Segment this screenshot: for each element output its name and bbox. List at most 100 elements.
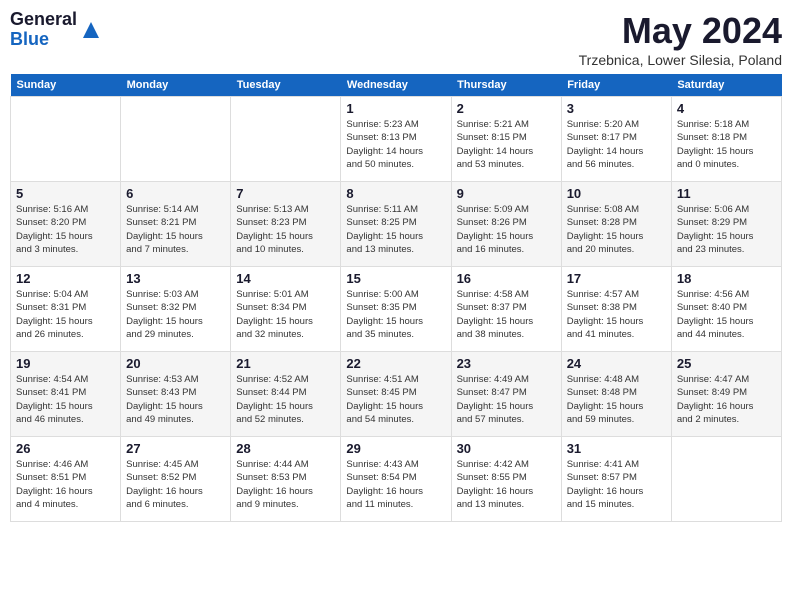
day-info: Sunrise: 5:20 AMSunset: 8:17 PMDaylight:… [567, 118, 666, 171]
calendar-cell: 23 Sunrise: 4:49 AMSunset: 8:47 PMDayligh… [451, 352, 561, 437]
calendar-cell: 7Sunrise: 5:13 AMSunset: 8:23 PMDaylight… [231, 182, 341, 267]
calendar-cell [121, 97, 231, 182]
day-number: 6 [126, 186, 225, 201]
day-number: 11 [677, 186, 776, 201]
day-number: 5 [16, 186, 115, 201]
logo-text: General Blue [10, 10, 77, 50]
calendar-cell: 31 Sunrise: 4:41 AMSunset: 8:57 PMDayligh… [561, 437, 671, 522]
day-info: Sunrise: 4:44 AMSunset: 8:53 PMDaylight:… [236, 458, 335, 511]
calendar-week-row: 1 Sunrise: 5:23 AMSunset: 8:13 PMDaylight… [11, 97, 782, 182]
day-info: Sunrise: 4:53 AMSunset: 8:43 PMDaylight:… [126, 373, 225, 426]
day-number: 23 [457, 356, 556, 371]
calendar-body: 1 Sunrise: 5:23 AMSunset: 8:13 PMDaylight… [11, 97, 782, 522]
day-info: Sunrise: 4:45 AMSunset: 8:52 PMDaylight:… [126, 458, 225, 511]
day-info: Sunrise: 5:11 AMSunset: 8:25 PMDaylight:… [346, 203, 445, 256]
weekday-header: Monday [121, 74, 231, 97]
calendar-cell: 1 Sunrise: 5:23 AMSunset: 8:13 PMDaylight… [341, 97, 451, 182]
day-info: Sunrise: 4:49 AMSunset: 8:47 PMDaylight:… [457, 373, 556, 426]
calendar-cell: 27 Sunrise: 4:45 AMSunset: 8:52 PMDayligh… [121, 437, 231, 522]
calendar-cell: 25Sunrise: 4:47 AMSunset: 8:49 PMDayligh… [671, 352, 781, 437]
calendar-cell: 19 Sunrise: 4:54 AMSunset: 8:41 PMDayligh… [11, 352, 121, 437]
day-number: 20 [126, 356, 225, 371]
calendar-cell: 18 Sunrise: 4:56 AMSunset: 8:40 PMDayligh… [671, 267, 781, 352]
day-number: 25 [677, 356, 776, 371]
day-info: Sunrise: 4:51 AMSunset: 8:45 PMDaylight:… [346, 373, 445, 426]
day-number: 31 [567, 441, 666, 456]
day-number: 3 [567, 101, 666, 116]
day-number: 8 [346, 186, 445, 201]
calendar-cell [231, 97, 341, 182]
weekday-header: Friday [561, 74, 671, 97]
calendar-cell: 28 Sunrise: 4:44 AMSunset: 8:53 PMDayligh… [231, 437, 341, 522]
calendar-week-row: 26 Sunrise: 4:46 AMSunset: 8:51 PMDayligh… [11, 437, 782, 522]
weekday-header: Wednesday [341, 74, 451, 97]
weekday-header: Thursday [451, 74, 561, 97]
calendar-week-row: 19 Sunrise: 4:54 AMSunset: 8:41 PMDayligh… [11, 352, 782, 437]
calendar-cell: 22Sunrise: 4:51 AMSunset: 8:45 PMDayligh… [341, 352, 451, 437]
calendar-cell: 5 Sunrise: 5:16 AMSunset: 8:20 PMDaylight… [11, 182, 121, 267]
calendar-week-row: 12Sunrise: 5:04 AMSunset: 8:31 PMDayligh… [11, 267, 782, 352]
logo: General Blue [10, 10, 101, 50]
day-info: Sunrise: 4:42 AMSunset: 8:55 PMDaylight:… [457, 458, 556, 511]
day-info: Sunrise: 4:46 AMSunset: 8:51 PMDaylight:… [16, 458, 115, 511]
calendar-table: SundayMondayTuesdayWednesdayThursdayFrid… [10, 74, 782, 522]
calendar-cell: 14 Sunrise: 5:01 AMSunset: 8:34 PMDayligh… [231, 267, 341, 352]
day-info: Sunrise: 5:01 AMSunset: 8:34 PMDaylight:… [236, 288, 335, 341]
weekday-header: Sunday [11, 74, 121, 97]
day-number: 4 [677, 101, 776, 116]
day-info: Sunrise: 4:56 AMSunset: 8:40 PMDaylight:… [677, 288, 776, 341]
day-number: 19 [16, 356, 115, 371]
day-number: 24 [567, 356, 666, 371]
day-info: Sunrise: 4:48 AMSunset: 8:48 PMDaylight:… [567, 373, 666, 426]
day-info: Sunrise: 4:52 AMSunset: 8:44 PMDaylight:… [236, 373, 335, 426]
calendar-cell: 15 Sunrise: 5:00 AMSunset: 8:35 PMDayligh… [341, 267, 451, 352]
calendar-cell: 4 Sunrise: 5:18 AMSunset: 8:18 PMDaylight… [671, 97, 781, 182]
day-number: 2 [457, 101, 556, 116]
day-number: 14 [236, 271, 335, 286]
calendar-cell: 30Sunrise: 4:42 AMSunset: 8:55 PMDayligh… [451, 437, 561, 522]
day-info: Sunrise: 4:58 AMSunset: 8:37 PMDaylight:… [457, 288, 556, 341]
calendar-cell: 9Sunrise: 5:09 AMSunset: 8:26 PMDaylight… [451, 182, 561, 267]
day-number: 29 [346, 441, 445, 456]
calendar-cell: 8 Sunrise: 5:11 AMSunset: 8:25 PMDaylight… [341, 182, 451, 267]
day-info: Sunrise: 5:08 AMSunset: 8:28 PMDaylight:… [567, 203, 666, 256]
day-info: Sunrise: 5:23 AMSunset: 8:13 PMDaylight:… [346, 118, 445, 171]
month-title: May 2024 [579, 10, 782, 52]
location: Trzebnica, Lower Silesia, Poland [579, 52, 782, 68]
calendar-cell: 13Sunrise: 5:03 AMSunset: 8:32 PMDayligh… [121, 267, 231, 352]
day-number: 17 [567, 271, 666, 286]
calendar-cell: 6Sunrise: 5:14 AMSunset: 8:21 PMDaylight… [121, 182, 231, 267]
calendar-cell: 24 Sunrise: 4:48 AMSunset: 8:48 PMDayligh… [561, 352, 671, 437]
day-info: Sunrise: 5:03 AMSunset: 8:32 PMDaylight:… [126, 288, 225, 341]
logo-icon [81, 20, 101, 40]
day-info: Sunrise: 5:16 AMSunset: 8:20 PMDaylight:… [16, 203, 115, 256]
day-number: 27 [126, 441, 225, 456]
calendar-cell: 26 Sunrise: 4:46 AMSunset: 8:51 PMDayligh… [11, 437, 121, 522]
calendar-header: SundayMondayTuesdayWednesdayThursdayFrid… [11, 74, 782, 97]
weekday-header: Tuesday [231, 74, 341, 97]
calendar-cell: 17Sunrise: 4:57 AMSunset: 8:38 PMDayligh… [561, 267, 671, 352]
day-info: Sunrise: 5:09 AMSunset: 8:26 PMDaylight:… [457, 203, 556, 256]
day-info: Sunrise: 5:18 AMSunset: 8:18 PMDaylight:… [677, 118, 776, 171]
day-info: Sunrise: 4:41 AMSunset: 8:57 PMDaylight:… [567, 458, 666, 511]
day-number: 28 [236, 441, 335, 456]
day-info: Sunrise: 5:00 AMSunset: 8:35 PMDaylight:… [346, 288, 445, 341]
calendar-cell [671, 437, 781, 522]
day-number: 26 [16, 441, 115, 456]
day-info: Sunrise: 4:43 AMSunset: 8:54 PMDaylight:… [346, 458, 445, 511]
calendar-cell: 3 Sunrise: 5:20 AMSunset: 8:17 PMDaylight… [561, 97, 671, 182]
calendar-cell: 20 Sunrise: 4:53 AMSunset: 8:43 PMDayligh… [121, 352, 231, 437]
day-number: 18 [677, 271, 776, 286]
calendar-cell: 2Sunrise: 5:21 AMSunset: 8:15 PMDaylight… [451, 97, 561, 182]
day-number: 15 [346, 271, 445, 286]
logo-blue: Blue [10, 30, 77, 50]
calendar-week-row: 5 Sunrise: 5:16 AMSunset: 8:20 PMDaylight… [11, 182, 782, 267]
day-number: 1 [346, 101, 445, 116]
calendar-cell: 12Sunrise: 5:04 AMSunset: 8:31 PMDayligh… [11, 267, 121, 352]
calendar-cell: 10Sunrise: 5:08 AMSunset: 8:28 PMDayligh… [561, 182, 671, 267]
weekday-row: SundayMondayTuesdayWednesdayThursdayFrid… [11, 74, 782, 97]
title-area: May 2024 Trzebnica, Lower Silesia, Polan… [579, 10, 782, 68]
logo-general: General [10, 10, 77, 30]
calendar-cell: 16Sunrise: 4:58 AMSunset: 8:37 PMDayligh… [451, 267, 561, 352]
day-info: Sunrise: 4:54 AMSunset: 8:41 PMDaylight:… [16, 373, 115, 426]
